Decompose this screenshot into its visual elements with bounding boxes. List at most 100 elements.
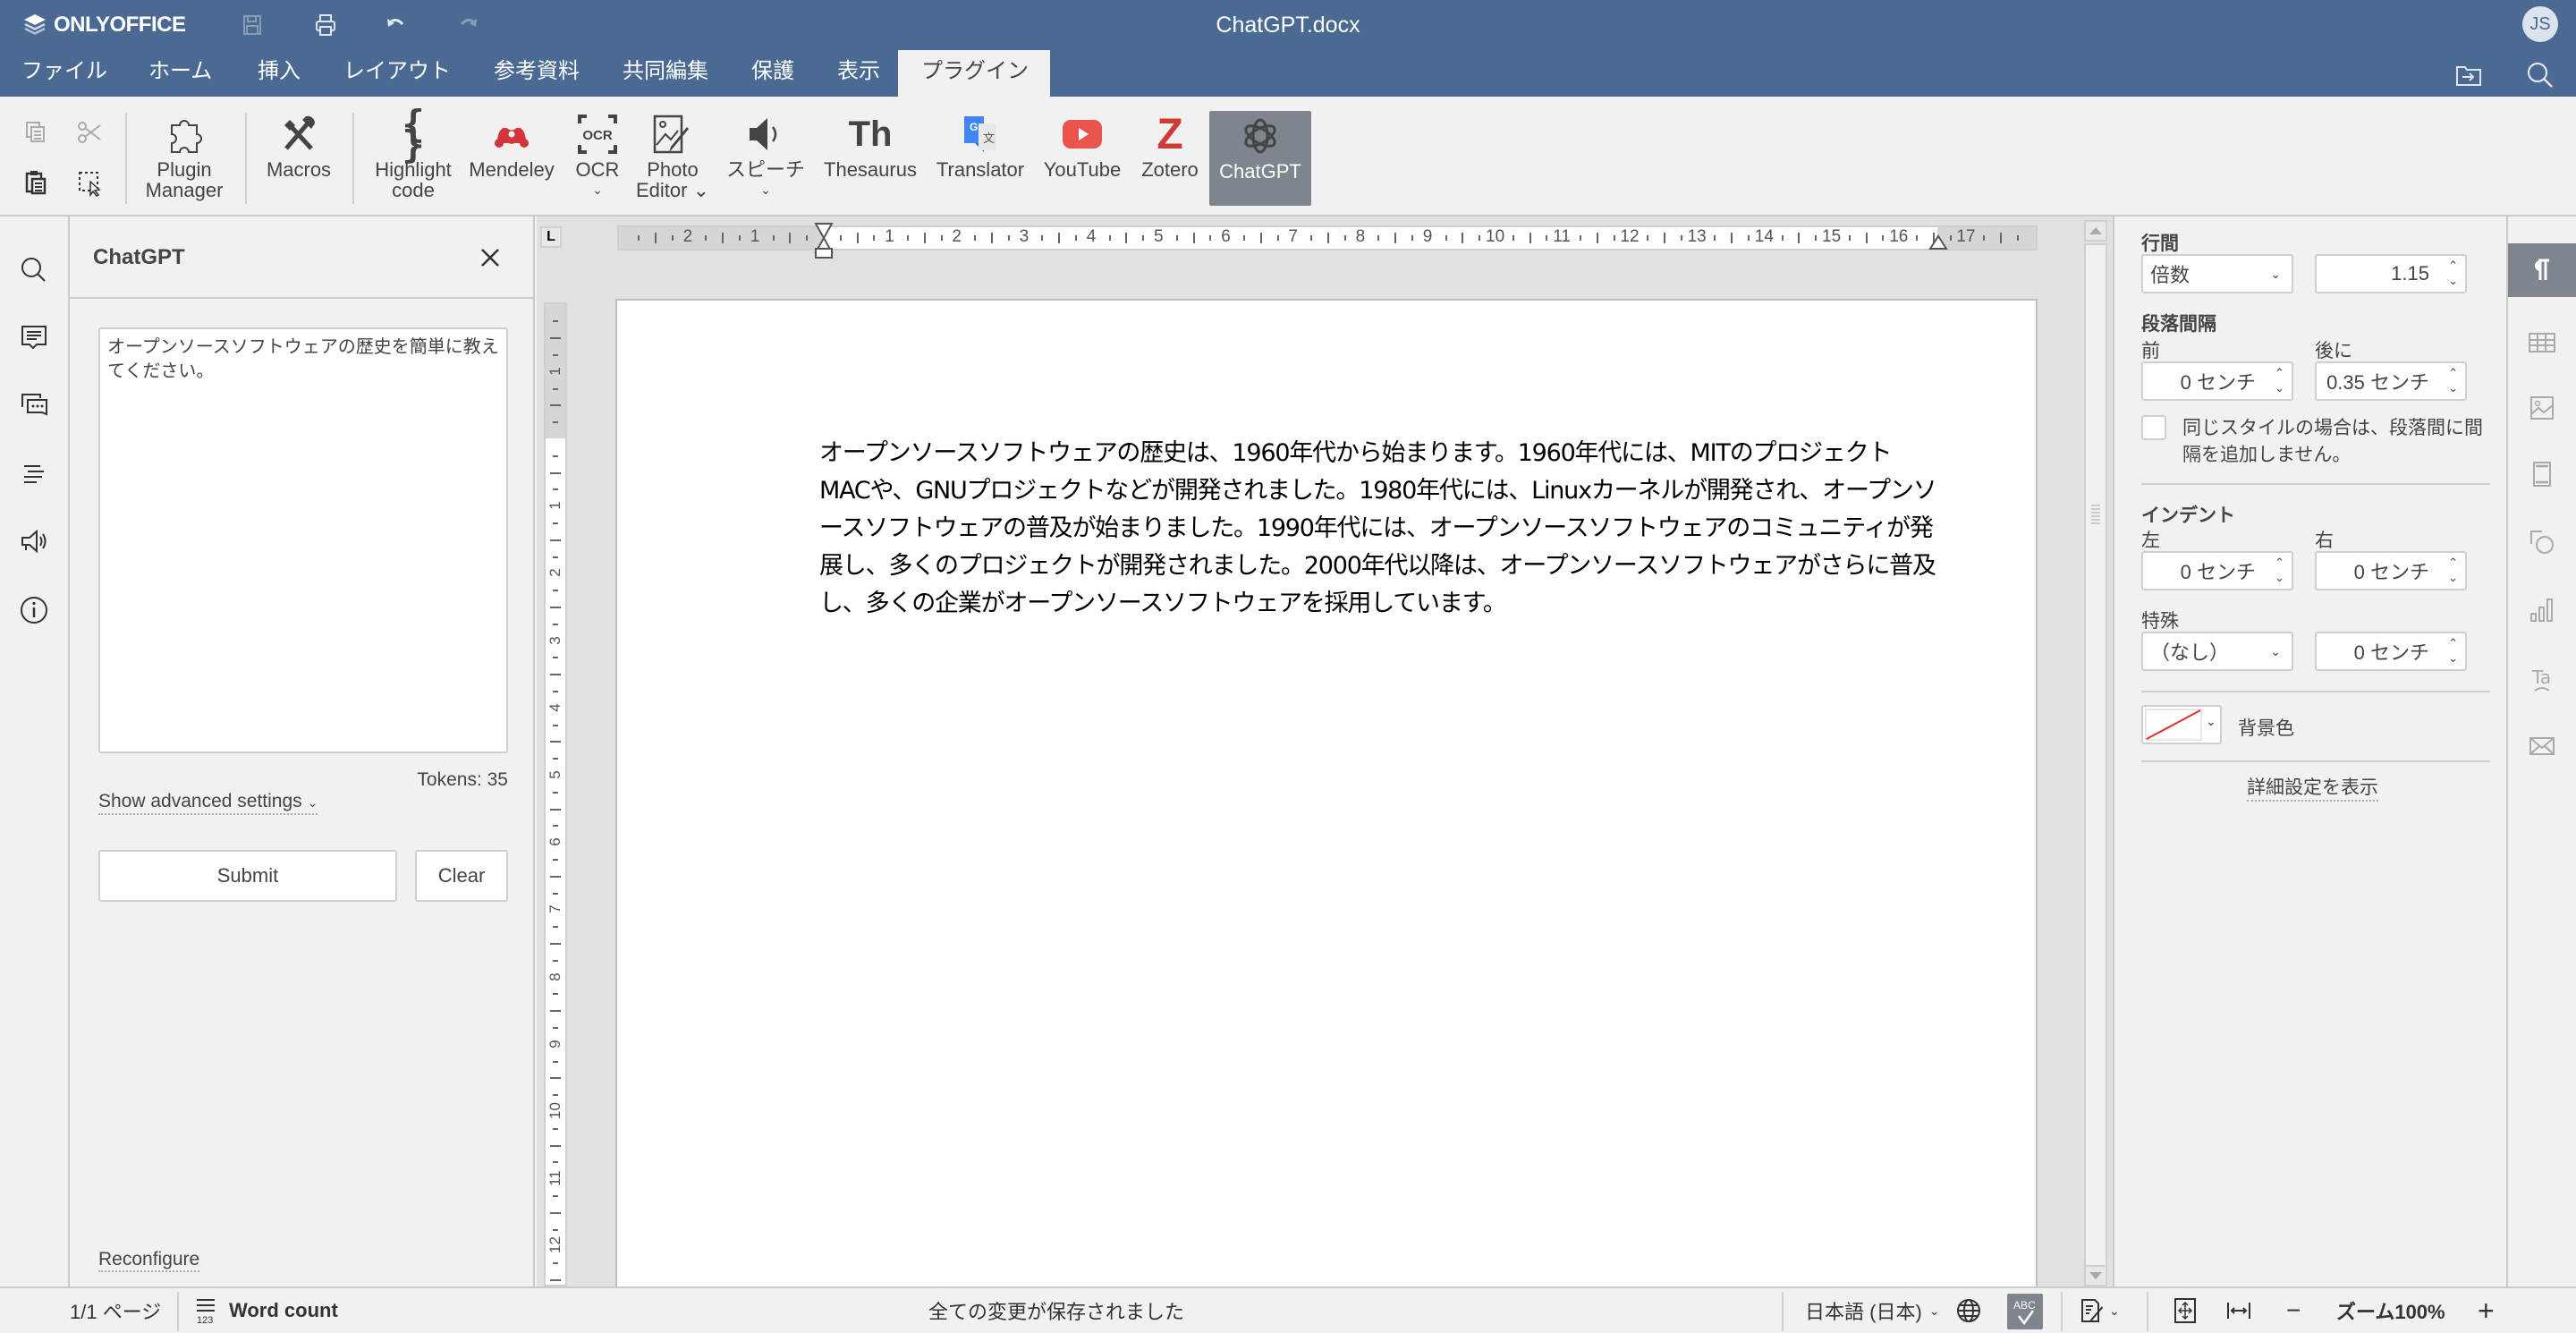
- tab-stop-selector[interactable]: L: [540, 226, 562, 248]
- right-indent-marker-icon[interactable]: [1928, 233, 1948, 250]
- table-settings-tab[interactable]: [2508, 315, 2576, 369]
- prompt-input[interactable]: [98, 327, 508, 753]
- macros-button[interactable]: Macros: [259, 111, 338, 180]
- navigation-button[interactable]: [16, 456, 52, 492]
- fit-to-width-button[interactable]: [2225, 1288, 2252, 1333]
- user-avatar[interactable]: JS: [2522, 6, 2558, 42]
- tab-references[interactable]: 参考資料: [481, 50, 592, 97]
- translator-button[interactable]: G文 Translator: [930, 111, 1030, 180]
- tab-file[interactable]: ファイル: [9, 50, 120, 97]
- ruler-tick: [1310, 235, 1313, 241]
- page-indicator[interactable]: 1/1 ページ: [70, 1288, 161, 1333]
- scroll-thumb[interactable]: [2084, 243, 2107, 1269]
- scroll-up-button[interactable]: [2084, 220, 2107, 242]
- ruler-tick: [550, 1077, 561, 1080]
- word-count-button[interactable]: 123 Word count: [193, 1288, 338, 1333]
- header-footer-settings-tab[interactable]: [2508, 447, 2576, 501]
- copy-button[interactable]: [18, 115, 54, 150]
- line-spacing-type-select[interactable]: 倍数 ⌄: [2141, 254, 2293, 293]
- spinner-arrows-icon[interactable]: ⌃ ⌄: [2275, 555, 2284, 585]
- search-button[interactable]: [2522, 57, 2558, 93]
- scroll-down-button[interactable]: [2084, 1265, 2107, 1286]
- tab-insert[interactable]: 挿入: [245, 50, 313, 97]
- ruler-tick: [1411, 235, 1413, 241]
- mail-merge-settings-tab[interactable]: [2508, 719, 2576, 773]
- highlight-code-button[interactable]: { } Highlight code: [367, 106, 460, 201]
- zoom-level[interactable]: ズーム100%: [2336, 1288, 2445, 1333]
- youtube-button[interactable]: YouTube: [1038, 111, 1127, 180]
- indent-left-input[interactable]: 0 センチ ⌃ ⌄: [2141, 551, 2293, 590]
- indent-right-input[interactable]: 0 センチ ⌃ ⌄: [2315, 551, 2467, 590]
- search-panel-button[interactable]: [16, 252, 52, 288]
- tab-home[interactable]: ホーム: [136, 50, 225, 97]
- background-color-picker[interactable]: ⌄: [2141, 705, 2222, 744]
- spinner-arrows-icon[interactable]: ⌃ ⌄: [2448, 635, 2458, 666]
- redo-button[interactable]: [453, 9, 485, 41]
- spell-check-toggle[interactable]: ABC: [2007, 1294, 2043, 1329]
- indent-marker-icon[interactable]: [814, 222, 834, 259]
- tab-protection[interactable]: 保護: [739, 50, 807, 97]
- spinner-arrows-icon[interactable]: ⌃ ⌄: [2275, 365, 2284, 395]
- chatgpt-button[interactable]: ChatGPT: [1209, 111, 1311, 206]
- spinner-arrows-icon[interactable]: ⌃ ⌄: [2448, 365, 2458, 395]
- reconfigure-link[interactable]: Reconfigure: [98, 1249, 200, 1272]
- fit-to-page-button[interactable]: [2172, 1288, 2199, 1333]
- track-changes-button[interactable]: ⌄: [2079, 1288, 2120, 1333]
- ruler-tick: [1848, 235, 1851, 241]
- feedback-button[interactable]: [16, 524, 52, 560]
- mendeley-button[interactable]: Mendeley: [467, 111, 556, 180]
- save-button[interactable]: [236, 9, 268, 41]
- ruler-tick: [1276, 235, 1279, 241]
- image-settings-tab[interactable]: [2508, 381, 2576, 435]
- tab-plugins[interactable]: プラグイン: [898, 50, 1050, 97]
- vertical-ruler[interactable]: 1 1 2 3 4 5 6 7 8 9 10 11 12: [544, 302, 567, 1286]
- show-advanced-settings-link[interactable]: 詳細設定を表示: [2247, 773, 2378, 802]
- document-language-button[interactable]: [1955, 1288, 1982, 1333]
- zoom-in-button[interactable]: +: [2478, 1288, 2495, 1333]
- language-select[interactable]: 日本語 (日本) ⌄: [1805, 1288, 1940, 1333]
- zotero-button[interactable]: Z Zotero: [1134, 111, 1206, 180]
- speech-button[interactable]: スピーチ ⌄: [721, 111, 810, 200]
- chart-settings-tab[interactable]: [2508, 583, 2576, 637]
- cut-button[interactable]: [72, 115, 107, 150]
- document-page[interactable]: オープンソースソフトウェアの歴史は、1960年代から始まります。1960年代には…: [615, 299, 2038, 1292]
- photo-editor-button[interactable]: Photo Editor ⌄: [635, 111, 710, 200]
- ruler-tick: [1007, 235, 1010, 241]
- submit-button[interactable]: Submit: [98, 850, 397, 902]
- spacing-after-input[interactable]: 0.35 センチ ⌃ ⌄: [2315, 361, 2467, 401]
- paste-button[interactable]: [18, 165, 54, 200]
- select-all-button[interactable]: [72, 165, 107, 200]
- ruler-tick: [1512, 235, 1514, 241]
- text-art-settings-tab[interactable]: Ta: [2508, 651, 2576, 705]
- spacing-before-input[interactable]: 0 センチ ⌃ ⌄: [2141, 361, 2293, 401]
- print-button[interactable]: [309, 9, 342, 41]
- line-spacing-value-input[interactable]: 1.15 ⌃ ⌄: [2315, 254, 2467, 293]
- special-indent-select[interactable]: （なし） ⌄: [2141, 632, 2293, 671]
- zoom-out-button[interactable]: −: [2286, 1288, 2301, 1333]
- thesaurus-button[interactable]: Th Thesaurus: [818, 111, 923, 181]
- open-file-location-button[interactable]: [2451, 57, 2487, 93]
- undo-button[interactable]: [379, 9, 411, 41]
- document-paragraph[interactable]: オープンソースソフトウェアの歴史は、1960年代から始まります。1960年代には…: [819, 435, 1937, 623]
- clear-button[interactable]: Clear: [415, 850, 508, 902]
- comments-button[interactable]: [16, 320, 52, 356]
- paragraph-settings-tab[interactable]: [2508, 243, 2576, 297]
- ruler-tick: [553, 354, 558, 356]
- tab-view[interactable]: 表示: [825, 50, 893, 97]
- tab-collaboration[interactable]: 共同編集: [610, 50, 721, 97]
- ocr-button[interactable]: OCR OCR ⌄: [565, 111, 630, 200]
- close-panel-button[interactable]: [472, 240, 508, 276]
- tab-layout[interactable]: レイアウト: [331, 50, 463, 97]
- shape-settings-tab[interactable]: [2508, 515, 2576, 569]
- chat-button[interactable]: [16, 388, 52, 424]
- about-button[interactable]: [16, 592, 52, 628]
- horizontal-ruler[interactable]: 2 1 1 2 3 4 5 6 7 8 9 10 11 12 13 14 15 16 17: [617, 223, 2038, 259]
- show-advanced-settings-link[interactable]: Show advanced settings ⌄: [98, 791, 318, 815]
- special-indent-value-input[interactable]: 0 センチ ⌃ ⌄: [2315, 632, 2467, 671]
- no-space-same-style-checkbox[interactable]: [2141, 415, 2166, 440]
- plugin-manager-button[interactable]: Plugin Manager: [141, 111, 227, 200]
- spinner-arrows-icon[interactable]: ⌃ ⌄: [2448, 258, 2458, 288]
- spinner-arrows-icon[interactable]: ⌃ ⌄: [2448, 555, 2458, 585]
- vertical-scrollbar[interactable]: [2084, 220, 2107, 1286]
- ruler-tick: [2000, 233, 2002, 243]
